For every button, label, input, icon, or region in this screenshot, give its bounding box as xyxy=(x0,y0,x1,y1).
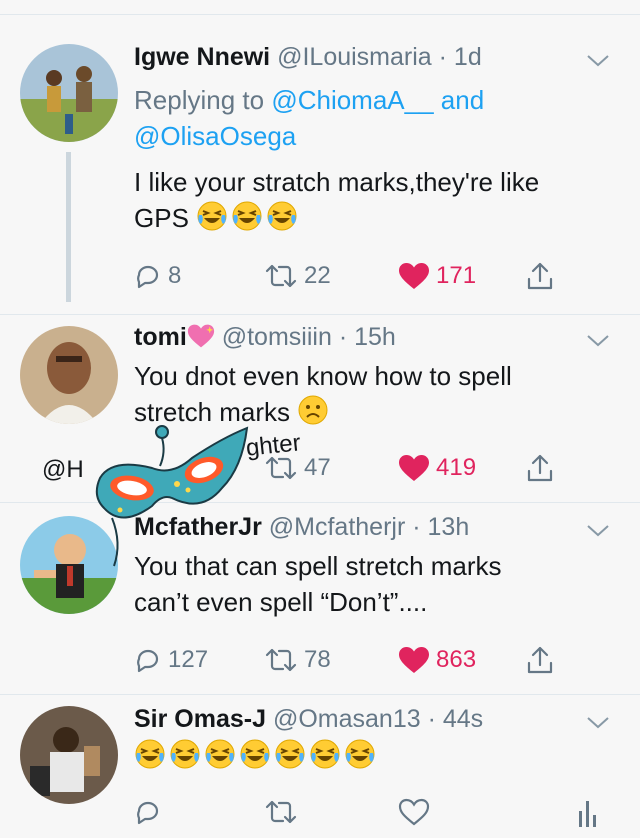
sparkling-heart-icon xyxy=(187,324,214,348)
and-label: and xyxy=(440,85,485,115)
reply-button[interactable] xyxy=(134,792,168,832)
timestamp[interactable]: · 44s xyxy=(428,705,484,733)
replying-to: Replying to @ChiomaA__ and @OlisaOsega xyxy=(134,82,614,154)
timestamp[interactable]: · 15h xyxy=(339,323,396,351)
chevron-down-icon[interactable] xyxy=(584,52,612,70)
reply-icon xyxy=(134,798,162,826)
share-button[interactable] xyxy=(526,448,560,488)
share-button[interactable] xyxy=(526,640,560,680)
tweet-body: Replying to @ChiomaA__ and @OlisaOsega I… xyxy=(134,82,614,236)
retweet-icon xyxy=(264,798,298,826)
analytics-icon xyxy=(579,801,596,827)
display-name[interactable]: Igwe Nnewi xyxy=(134,43,270,71)
mention-link[interactable]: @ChiomaA__ xyxy=(271,85,433,115)
heart-icon xyxy=(398,262,430,290)
like-button[interactable]: 863 xyxy=(398,640,476,680)
like-count: 171 xyxy=(436,262,477,289)
laughing-emoji xyxy=(239,738,271,770)
like-button[interactable]: 419 xyxy=(398,448,476,488)
laughing-emoji xyxy=(196,200,228,232)
carnival-mask-sticker xyxy=(95,425,249,567)
frown-emoji xyxy=(297,394,329,426)
heart-outline-icon xyxy=(398,798,430,826)
laughing-emoji xyxy=(204,738,236,770)
analytics-button[interactable] xyxy=(578,792,604,832)
heart-icon xyxy=(398,646,430,674)
mention-link[interactable]: @OlisaOsega xyxy=(134,121,296,151)
reply-icon xyxy=(134,262,162,290)
like-count: 863 xyxy=(436,646,477,673)
tweet-text-line: GPS xyxy=(134,203,189,233)
laughing-emoji xyxy=(169,738,201,770)
tweet-text-line: I like your stratch marks,they're like xyxy=(134,167,540,197)
tweet-body xyxy=(134,738,614,774)
laughing-emoji xyxy=(266,200,298,232)
retweet-count: 47 xyxy=(304,454,331,481)
retweet-button[interactable]: 22 xyxy=(264,256,331,296)
display-name[interactable]: Sir Omas-J xyxy=(134,705,266,733)
share-icon xyxy=(526,261,554,291)
share-icon xyxy=(526,453,554,483)
timestamp[interactable]: · 13h xyxy=(412,513,469,541)
tweet-header: Igwe Nnewi @ILouismaria · 1d xyxy=(134,42,482,72)
thread-line xyxy=(66,152,71,302)
avatar[interactable] xyxy=(20,44,118,142)
chevron-down-icon[interactable] xyxy=(584,332,612,350)
laughing-emoji xyxy=(274,738,306,770)
tweet-actions: 127 78 863 xyxy=(134,640,614,680)
obscured-text-left: @H xyxy=(42,456,84,483)
divider xyxy=(0,694,640,695)
reply-icon xyxy=(134,646,162,674)
retweet-button[interactable]: 78 xyxy=(264,640,331,680)
user-handle[interactable]: @tomsiiin xyxy=(222,323,332,351)
tweet-header: tomi @tomsiiin · 15h xyxy=(134,322,396,352)
user-handle[interactable]: @Mcfatherjr xyxy=(269,513,406,541)
chevron-down-icon[interactable] xyxy=(584,522,612,540)
like-count: 419 xyxy=(436,454,477,481)
laughing-emoji xyxy=(309,738,341,770)
timestamp[interactable]: · 1d xyxy=(439,43,482,71)
share-icon xyxy=(526,645,554,675)
replying-to-label: Replying to xyxy=(134,85,265,115)
retweet-icon xyxy=(264,454,298,482)
retweet-button[interactable] xyxy=(264,792,304,832)
top-divider xyxy=(0,14,640,15)
tweet-text-line: You dnot even know how to spell xyxy=(134,361,512,391)
avatar[interactable] xyxy=(20,326,118,424)
avatar[interactable] xyxy=(20,706,118,804)
display-name[interactable]: tomi xyxy=(134,323,187,351)
retweet-icon xyxy=(264,646,298,674)
divider xyxy=(0,314,640,315)
reply-button[interactable]: 8 xyxy=(134,256,181,296)
retweet-count: 22 xyxy=(304,262,331,289)
share-button[interactable] xyxy=(526,256,560,296)
reply-count: 8 xyxy=(168,262,182,289)
chevron-down-icon[interactable] xyxy=(584,714,612,732)
retweet-icon xyxy=(264,262,298,290)
user-handle[interactable]: @ILouismaria xyxy=(277,43,432,71)
like-button[interactable]: 171 xyxy=(398,256,476,296)
tweet-actions xyxy=(134,792,614,832)
reply-button[interactable]: 127 xyxy=(134,640,208,680)
tweet-text-line: can’t even spell “Don’t”.... xyxy=(134,587,428,617)
like-button[interactable] xyxy=(398,792,436,832)
reply-count: 127 xyxy=(168,646,209,673)
laughing-emoji xyxy=(344,738,376,770)
tweet-actions: 8 22 171 xyxy=(134,256,614,296)
user-handle[interactable]: @Omasan13 xyxy=(273,705,421,733)
tweet-header: Sir Omas-J @Omasan13 · 44s xyxy=(134,704,483,734)
retweet-count: 78 xyxy=(304,646,331,673)
heart-icon xyxy=(398,454,430,482)
laughing-emoji xyxy=(231,200,263,232)
laughing-emoji xyxy=(134,738,166,770)
retweet-button[interactable]: 47 xyxy=(264,448,331,488)
